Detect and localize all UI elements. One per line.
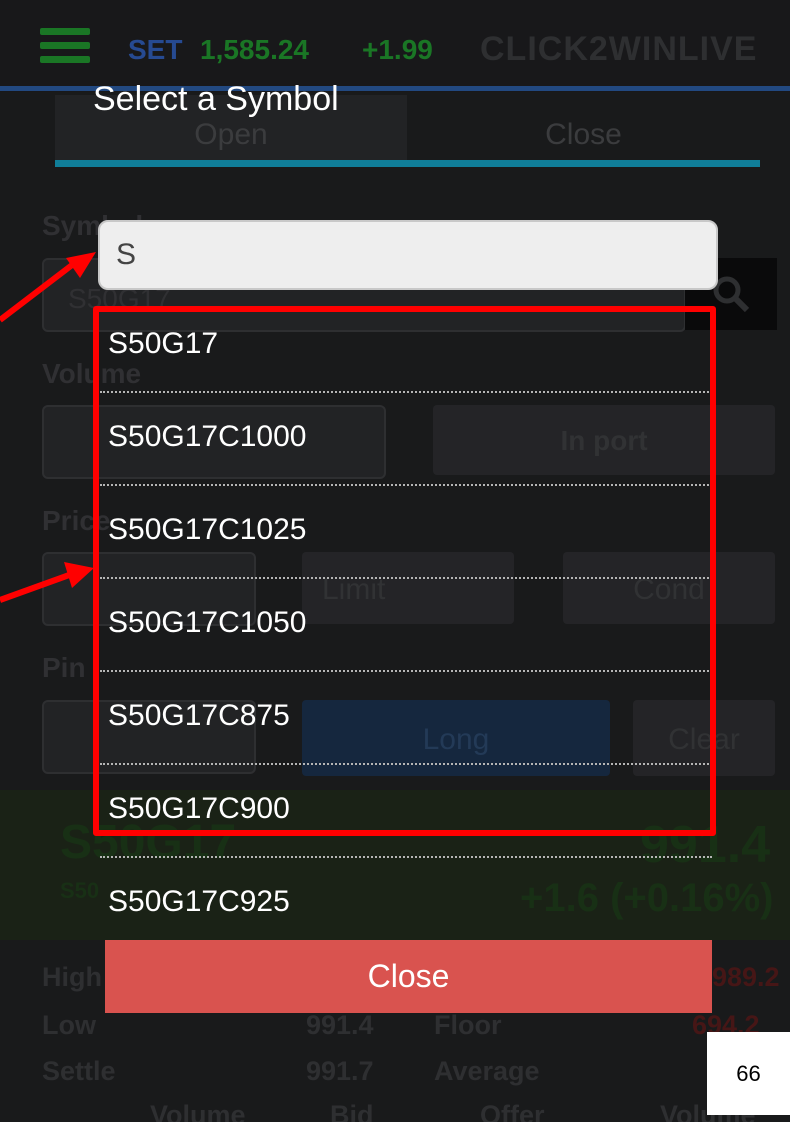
annotation-arrow-list: [0, 571, 74, 603]
annotation-arrows: [0, 252, 96, 603]
annotation-arrowhead-list: [64, 562, 94, 588]
annotation-arrow-input: [0, 259, 78, 323]
page-number: 66: [707, 1032, 790, 1115]
